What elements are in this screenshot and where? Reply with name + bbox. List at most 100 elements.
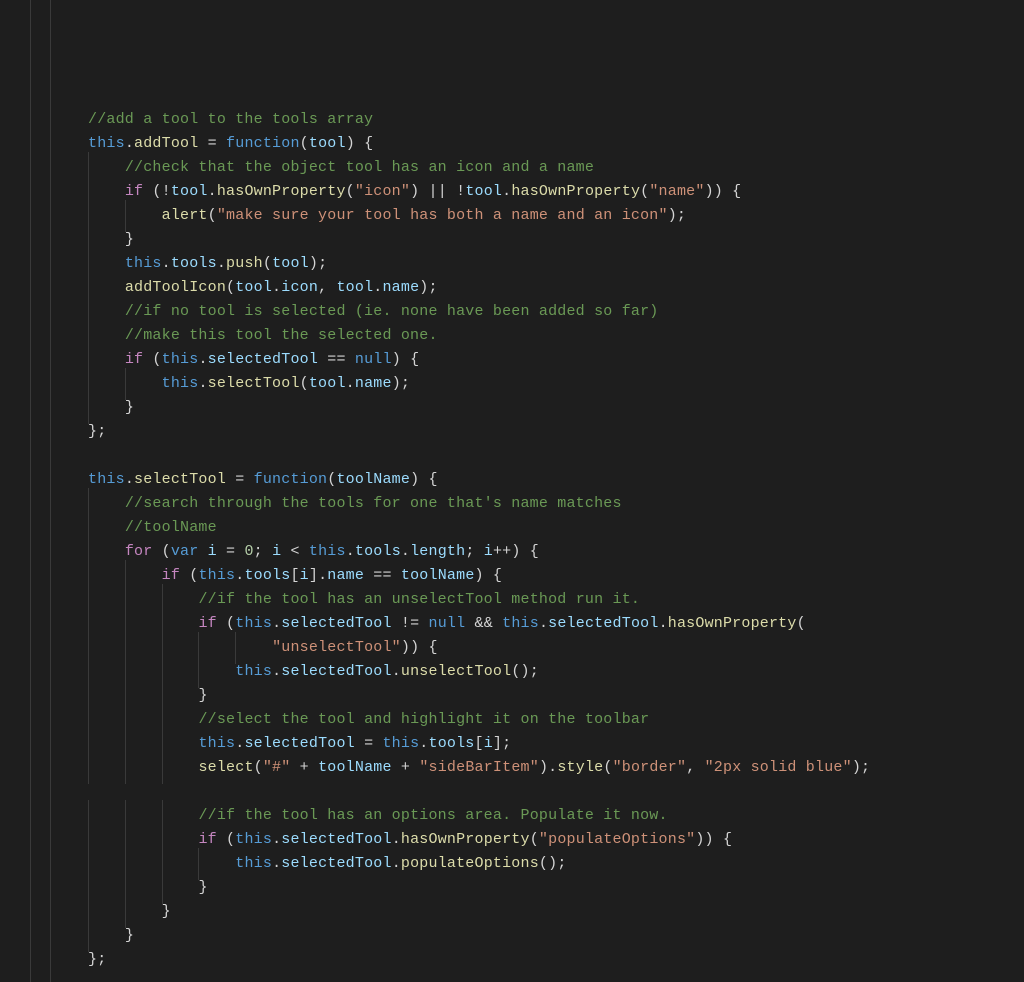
- code-line[interactable]: this.selectedTool.populateOptions();: [0, 852, 1024, 876]
- code-token-keyword: this: [235, 663, 272, 680]
- indent-guide: [125, 756, 162, 780]
- code-line[interactable]: };: [0, 420, 1024, 444]
- code-line[interactable]: if (this.selectedTool.hasOwnProperty("po…: [0, 828, 1024, 852]
- indent-guide: [88, 924, 125, 948]
- indent-guide: [88, 492, 125, 516]
- code-line[interactable]: if (this.tools[i].name == toolName) {: [0, 564, 1024, 588]
- code-token-ident: i: [484, 735, 493, 752]
- code-token-punct: .: [162, 255, 171, 272]
- indent-guide: [198, 660, 235, 684]
- code-token-punct: }: [125, 399, 134, 416]
- code-token-punct: ) {: [346, 135, 374, 152]
- code-token-punct: }: [162, 903, 171, 920]
- code-token-punct: (: [300, 375, 309, 392]
- indent-guide: [125, 708, 162, 732]
- code-token-punct: +: [392, 759, 420, 776]
- code-token-punct: <: [281, 543, 309, 560]
- code-line[interactable]: [0, 780, 1024, 804]
- code-line[interactable]: //make this tool the selected one.: [0, 324, 1024, 348]
- code-token-const: null: [429, 615, 466, 632]
- code-line[interactable]: this.selectedTool = this.tools[i];: [0, 732, 1024, 756]
- code-token-punct: .: [346, 543, 355, 560]
- code-line[interactable]: for (var i = 0; i < this.tools.length; i…: [0, 540, 1024, 564]
- code-line[interactable]: select("#" + toolName + "sideBarItem").s…: [0, 756, 1024, 780]
- indent-guide: [125, 684, 162, 708]
- code-token-keyword: this: [235, 615, 272, 632]
- code-token-str: "name": [649, 183, 704, 200]
- indent-guide: [162, 684, 199, 708]
- code-line[interactable]: };: [0, 948, 1024, 972]
- code-token-punct: .: [272, 663, 281, 680]
- indent-guide: [88, 636, 125, 660]
- code-line[interactable]: this.selectTool = function(toolName) {: [0, 468, 1024, 492]
- code-token-punct: );: [392, 375, 410, 392]
- code-token-keyword: this: [382, 735, 419, 752]
- code-token-punct: ) || !: [410, 183, 465, 200]
- code-line[interactable]: //if no tool is selected (ie. none have …: [0, 300, 1024, 324]
- code-line[interactable]: this.tools.push(tool);: [0, 252, 1024, 276]
- code-line[interactable]: }: [0, 876, 1024, 900]
- code-token-punct: (: [217, 831, 235, 848]
- code-token-punct: .: [272, 831, 281, 848]
- code-token-punct: ,: [686, 759, 704, 776]
- code-editor[interactable]: //add a tool to the tools arraythis.addT…: [0, 0, 1024, 982]
- code-line[interactable]: if (!tool.hasOwnProperty("icon") || !too…: [0, 180, 1024, 204]
- code-token-keyword: this: [309, 543, 346, 560]
- code-token-ident: tool: [336, 279, 373, 296]
- code-token-punct: );: [668, 207, 686, 224]
- indent-guide: [88, 588, 125, 612]
- code-line[interactable]: }: [0, 900, 1024, 924]
- code-token-punct: .: [401, 543, 410, 560]
- code-token-punct: };: [88, 951, 106, 968]
- code-line[interactable]: }: [0, 684, 1024, 708]
- code-token-str: "sideBarItem": [419, 759, 539, 776]
- code-line[interactable]: }: [0, 228, 1024, 252]
- code-line[interactable]: //toolName: [0, 516, 1024, 540]
- code-line[interactable]: "unselectTool")) {: [0, 636, 1024, 660]
- code-token-punct: }: [198, 879, 207, 896]
- code-line[interactable]: if (this.selectedTool != null && this.se…: [0, 612, 1024, 636]
- code-token-punct: [198, 543, 207, 560]
- code-line[interactable]: //select the tool and highlight it on th…: [0, 708, 1024, 732]
- code-token-punct: ) {: [475, 567, 503, 584]
- code-token-func: addToolIcon: [125, 279, 226, 296]
- code-line[interactable]: //check that the object tool has an icon…: [0, 156, 1024, 180]
- code-line[interactable]: //if the tool has an unselectTool method…: [0, 588, 1024, 612]
- code-token-func: select: [198, 759, 253, 776]
- code-line[interactable]: this.addTool = function(tool) {: [0, 132, 1024, 156]
- code-token-punct: (: [143, 351, 161, 368]
- code-token-punct: .: [198, 375, 207, 392]
- code-line[interactable]: }: [0, 396, 1024, 420]
- indent-guide: [125, 900, 162, 924]
- code-token-ident: toolName: [401, 567, 475, 584]
- code-token-ident: selectedTool: [281, 831, 391, 848]
- code-token-punct: .: [659, 615, 668, 632]
- code-token-ident: name: [355, 375, 392, 392]
- code-container[interactable]: //add a tool to the tools arraythis.addT…: [0, 108, 1024, 972]
- code-token-punct: ();: [539, 855, 567, 872]
- code-line[interactable]: //search through the tools for one that'…: [0, 492, 1024, 516]
- code-token-punct: .: [208, 183, 217, 200]
- code-token-keyword: function: [226, 135, 300, 152]
- code-line[interactable]: //add a tool to the tools array: [0, 108, 1024, 132]
- code-token-comment: //search through the tools for one that'…: [125, 495, 622, 512]
- code-line[interactable]: addToolIcon(tool.icon, tool.name);: [0, 276, 1024, 300]
- indent-guide: [162, 804, 199, 828]
- indent-guide: [88, 708, 125, 732]
- indent-guide: [125, 804, 162, 828]
- indent-guide: [125, 852, 162, 876]
- indent-guide: [88, 252, 125, 276]
- code-line[interactable]: [0, 444, 1024, 468]
- code-line[interactable]: if (this.selectedTool == null) {: [0, 348, 1024, 372]
- code-line[interactable]: this.selectedTool.unselectTool();: [0, 660, 1024, 684]
- code-line[interactable]: this.selectTool(tool.name);: [0, 372, 1024, 396]
- code-line[interactable]: }: [0, 924, 1024, 948]
- code-token-punct: }: [125, 927, 134, 944]
- code-token-punct: )) {: [695, 831, 732, 848]
- code-token-ident: selectedTool: [208, 351, 318, 368]
- code-token-punct: [: [290, 567, 299, 584]
- code-line[interactable]: //if the tool has an options area. Popul…: [0, 804, 1024, 828]
- code-token-keyword: this: [198, 567, 235, 584]
- code-line[interactable]: alert("make sure your tool has both a na…: [0, 204, 1024, 228]
- code-token-ident: tools: [429, 735, 475, 752]
